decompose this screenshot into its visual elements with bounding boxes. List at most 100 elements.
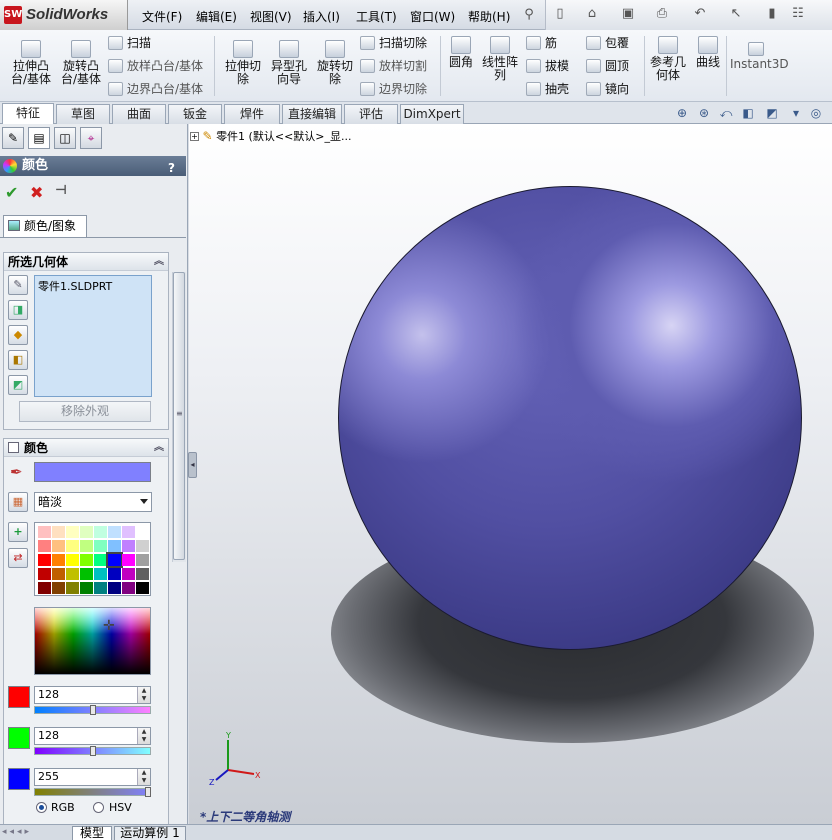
dimxpert-manager-tab[interactable]: ⌖ xyxy=(80,127,102,149)
select-components-button[interactable]: ◩ xyxy=(8,375,28,395)
channel-g-input[interactable]: 128 ▲ ▼ xyxy=(34,727,151,745)
palette-swatch[interactable] xyxy=(94,554,107,566)
slider-thumb[interactable] xyxy=(89,746,96,756)
palette-swatch[interactable] xyxy=(108,540,121,552)
wrap-button[interactable]: 包覆 xyxy=(586,34,629,52)
hide-show-icon[interactable]: ◎ xyxy=(808,105,824,121)
mirror-button[interactable]: 镜向 xyxy=(586,80,629,98)
previous-view-icon[interactable]: ⤺ xyxy=(718,105,734,121)
instant3d-button[interactable]: Instant3D xyxy=(730,42,789,71)
palette-swatch[interactable] xyxy=(136,554,149,566)
dome-button[interactable]: 圆顶 xyxy=(586,57,629,75)
palette-swatch[interactable] xyxy=(52,540,65,552)
save-icon[interactable]: ▣ xyxy=(620,6,636,22)
palette-swatch[interactable] xyxy=(108,568,121,580)
menu-edit[interactable]: 编辑(E) xyxy=(196,8,237,25)
display-style-icon[interactable]: ▾ xyxy=(788,105,804,121)
palette-swatch[interactable] xyxy=(94,526,107,538)
palette-swatch[interactable] xyxy=(122,526,135,538)
configuration-manager-tab[interactable]: ◫ xyxy=(54,127,76,149)
cancel-button[interactable]: ✖ xyxy=(30,183,43,202)
options-icon[interactable]: ☷ xyxy=(790,6,806,22)
palette-swatch[interactable] xyxy=(66,582,79,594)
palette-swatch[interactable] xyxy=(136,568,149,580)
selection-list[interactable]: 零件1.SLDPRT xyxy=(34,275,152,397)
swept-cut-button[interactable]: 扫描切除 xyxy=(360,34,427,52)
tab-sheet-metal[interactable]: 钣金 xyxy=(168,104,222,124)
sphere-model[interactable] xyxy=(338,186,802,650)
remove-appearance-button[interactable]: 移除外观 xyxy=(19,401,151,422)
select-features-button[interactable]: ◧ xyxy=(8,350,28,370)
slider-thumb[interactable] xyxy=(145,787,151,797)
rgb-radio[interactable] xyxy=(36,802,47,813)
palette-swatch[interactable] xyxy=(80,582,93,594)
draft-button[interactable]: 拔模 xyxy=(526,57,569,75)
tab-evaluate[interactable]: 评估 xyxy=(344,104,398,124)
palette-swatch[interactable] xyxy=(38,568,51,580)
tab-direct-editing[interactable]: 直接编辑 xyxy=(282,104,342,124)
palette-swatch[interactable] xyxy=(136,540,149,552)
section-view-icon[interactable]: ◧ xyxy=(740,105,756,121)
rib-button[interactable]: 筋 xyxy=(526,34,557,52)
app-logo[interactable]: SW SolidWorks xyxy=(0,0,128,30)
palette-swatch[interactable] xyxy=(122,582,135,594)
panel-scrollbar-thumb[interactable]: ≡ xyxy=(173,272,185,560)
palette-swatch[interactable] xyxy=(38,582,51,594)
palette-swatch[interactable] xyxy=(38,554,51,566)
revolve-cut-button[interactable]: 旋转切 除 xyxy=(312,40,358,86)
select-faces-button[interactable]: ◨ xyxy=(8,300,28,320)
collapse-chevron-icon[interactable]: ︽ xyxy=(154,439,164,457)
curves-button[interactable]: 曲线 xyxy=(690,36,726,69)
menu-tools[interactable]: 工具(T) xyxy=(356,8,397,25)
lofted-cut-button[interactable]: 放样切割 xyxy=(360,57,427,75)
menu-help[interactable]: 帮助(H) xyxy=(468,8,510,25)
palette-swatch[interactable] xyxy=(52,568,65,580)
palette-swatch[interactable] xyxy=(52,526,65,538)
linear-pattern-button[interactable]: 线性阵 列 xyxy=(480,36,520,82)
collapse-chevron-icon[interactable]: ︽ xyxy=(154,253,164,271)
palette-swatch[interactable] xyxy=(52,582,65,594)
channel-b-slider[interactable] xyxy=(34,788,151,796)
palette-swatch[interactable] xyxy=(52,554,65,566)
palette-swatch[interactable] xyxy=(122,540,135,552)
palette-swatch[interactable] xyxy=(80,526,93,538)
zoom-to-fit-icon[interactable]: ⊕ xyxy=(674,105,690,121)
tab-model[interactable]: 模型 xyxy=(72,826,112,840)
tab-motion-study[interactable]: 运动算例 1 xyxy=(114,826,186,840)
pin-menu-icon[interactable]: ⚲ xyxy=(521,7,537,23)
boundary-boss-button[interactable]: 边界凸台/基体 xyxy=(108,80,203,98)
select-part-button[interactable]: ✎ xyxy=(8,275,28,295)
menu-window[interactable]: 窗口(W) xyxy=(410,8,455,25)
channel-r-input[interactable]: 128 ▲ ▼ xyxy=(34,686,151,704)
palette-swatch[interactable] xyxy=(108,526,121,538)
tab-sketch[interactable]: 草图 xyxy=(56,104,110,124)
boundary-cut-button[interactable]: 边界切除 xyxy=(360,80,427,98)
tab-features[interactable]: 特征 xyxy=(2,103,54,125)
color-group-header[interactable]: 颜色 ︽ xyxy=(4,439,168,457)
palette-swatch[interactable] xyxy=(80,568,93,580)
tab-weldments[interactable]: 焊件 xyxy=(224,104,280,124)
new-document-icon[interactable]: ▯ xyxy=(552,6,568,22)
palette-swatch[interactable] xyxy=(122,568,135,580)
menu-file[interactable]: 文件(F) xyxy=(142,8,182,25)
feature-tree-flyout[interactable]: + ✎ 零件1 (默认<<默认>_显... xyxy=(190,128,352,144)
slider-thumb[interactable] xyxy=(89,705,96,715)
revolve-boss-button[interactable]: 旋转凸 台/基体 xyxy=(58,40,104,86)
menu-view[interactable]: 视图(V) xyxy=(250,8,292,25)
color-group-checkbox[interactable] xyxy=(8,442,19,453)
tab-surfaces[interactable]: 曲面 xyxy=(112,104,166,124)
palette-swatch[interactable] xyxy=(66,554,79,566)
palette-swatch[interactable] xyxy=(136,582,149,594)
palette-swatch[interactable] xyxy=(66,526,79,538)
help-button[interactable]: ? xyxy=(168,158,182,175)
palette-swatch[interactable] xyxy=(38,540,51,552)
eyedropper-icon[interactable]: ✒ xyxy=(10,463,23,481)
remove-swatch-button[interactable]: ⇄ xyxy=(8,548,28,568)
fillet-button[interactable]: 圆角 xyxy=(444,36,478,69)
hole-wizard-button[interactable]: 异型孔 向导 xyxy=(266,40,312,86)
menu-insert[interactable]: 插入(I) xyxy=(303,8,340,25)
palette-select[interactable]: 暗淡 xyxy=(34,492,152,512)
palette-swatch[interactable] xyxy=(66,540,79,552)
pushpin-button[interactable]: ⊣ xyxy=(55,183,67,198)
channel-b-input[interactable]: 255 ▲ ▼ xyxy=(34,768,151,786)
